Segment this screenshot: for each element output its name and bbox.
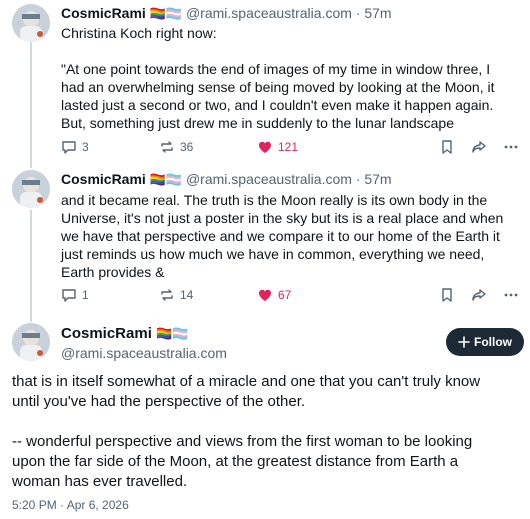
text-line: Christina Koch right now: [61, 25, 217, 41]
author-handle[interactable]: @rami.spaceaustralia.com [186, 171, 352, 187]
avatar[interactable] [12, 170, 50, 208]
share-button[interactable] [471, 139, 487, 155]
post-actions: 1 14 67 [61, 287, 521, 307]
author-name-text: CosmicRami [61, 325, 152, 342]
main-post-text: that is in itself somewhat of a miracle … [12, 372, 522, 492]
post-time[interactable]: 57m [364, 171, 391, 187]
author-name[interactable]: CosmicRami [61, 171, 146, 187]
share-icon [472, 289, 486, 301]
more-icon [504, 293, 518, 297]
repost-button[interactable]: 14 [159, 287, 193, 303]
reply-button[interactable]: 3 [61, 139, 89, 155]
post-text: and it became real. The truth is the Moo… [61, 191, 521, 281]
repost-icon [161, 141, 173, 153]
share-icon [472, 141, 486, 153]
like-button[interactable]: 67 [257, 287, 291, 303]
text-line: upon the far side of the Moon, at the gr… [12, 453, 459, 470]
text-line: -- wonderful perspective and views from … [12, 433, 473, 450]
text-line: until you've had the perspective of the … [12, 393, 306, 410]
post-actions: 3 36 121 [61, 139, 521, 159]
reply-button[interactable]: 1 [61, 287, 89, 303]
follow-button[interactable]: Follow [446, 328, 524, 356]
text-line: But, something just drew me in suddenly … [61, 115, 455, 131]
bookmark-icon [442, 140, 452, 154]
more-button[interactable] [503, 139, 519, 155]
like-button[interactable]: 121 [257, 139, 298, 155]
repost-icon [161, 289, 173, 301]
text-line: had an overwhelming sense of being moved… [61, 79, 495, 95]
thread-line [30, 42, 32, 168]
bookmark-button[interactable] [439, 287, 455, 303]
repost-count: 14 [180, 288, 194, 302]
text-line: "At one point towards the end of images … [61, 61, 491, 77]
reply-count: 1 [82, 288, 89, 302]
reply-icon [62, 289, 76, 302]
more-button[interactable] [503, 287, 519, 303]
repost-count: 36 [180, 140, 194, 154]
text-line: Earth provides & [61, 264, 165, 280]
thread-line [30, 210, 32, 322]
post-time[interactable]: 57m [364, 5, 391, 21]
text-line: lasted just a second or two, and I could… [61, 97, 494, 113]
pride-flags: 🏳️‍🌈🏳️‍⚧️ [156, 326, 189, 341]
like-count: 67 [278, 288, 292, 302]
bookmark-button[interactable] [439, 139, 455, 155]
reply-count: 3 [82, 140, 89, 154]
reply-icon [62, 141, 76, 154]
text-line: woman has ever travelled. [12, 473, 188, 490]
share-button[interactable] [471, 287, 487, 303]
pride-flags: 🏳️‍🌈🏳️‍⚧️ [149, 6, 183, 21]
bookmark-icon [442, 288, 452, 302]
repost-button[interactable]: 36 [159, 139, 193, 155]
avatar[interactable] [12, 4, 50, 42]
text-line: and it became real. The truth is the Moo… [61, 192, 488, 208]
author-name[interactable]: CosmicRami [61, 5, 146, 21]
text-line: just reminds us how much we have in comm… [61, 246, 485, 262]
text-spacer [12, 412, 522, 432]
follow-label: Follow [474, 335, 512, 349]
author-name[interactable]: CosmicRami 🏳️‍🌈🏳️‍⚧️ [61, 325, 188, 342]
author-handle[interactable]: @rami.spaceaustralia.com [186, 5, 352, 21]
text-line: Universe, it's not just a poster in the … [61, 210, 504, 226]
text-line: we have that perspective and we compare … [61, 228, 500, 244]
text-line [61, 42, 521, 60]
heart-icon [258, 141, 272, 153]
plus-icon [458, 336, 470, 348]
like-count: 121 [278, 140, 299, 154]
more-icon [504, 145, 518, 149]
post-text: Christina Koch right now: "At one point … [61, 24, 521, 132]
author-handle[interactable]: @rami.spaceaustralia.com [61, 345, 227, 361]
avatar[interactable] [12, 323, 50, 361]
post-header: CosmicRami 🏳️‍🌈🏳️‍⚧️ @rami.spaceaustrali… [61, 5, 392, 21]
pride-flags: 🏳️‍🌈🏳️‍⚧️ [149, 172, 183, 187]
heart-icon [258, 289, 272, 301]
text-line: that is in itself somewhat of a miracle … [12, 373, 481, 390]
post-header: CosmicRami 🏳️‍🌈🏳️‍⚧️ @rami.spaceaustrali… [61, 171, 392, 187]
post-timestamp[interactable]: 5:20 PM · Apr 6, 2026 [12, 498, 129, 512]
